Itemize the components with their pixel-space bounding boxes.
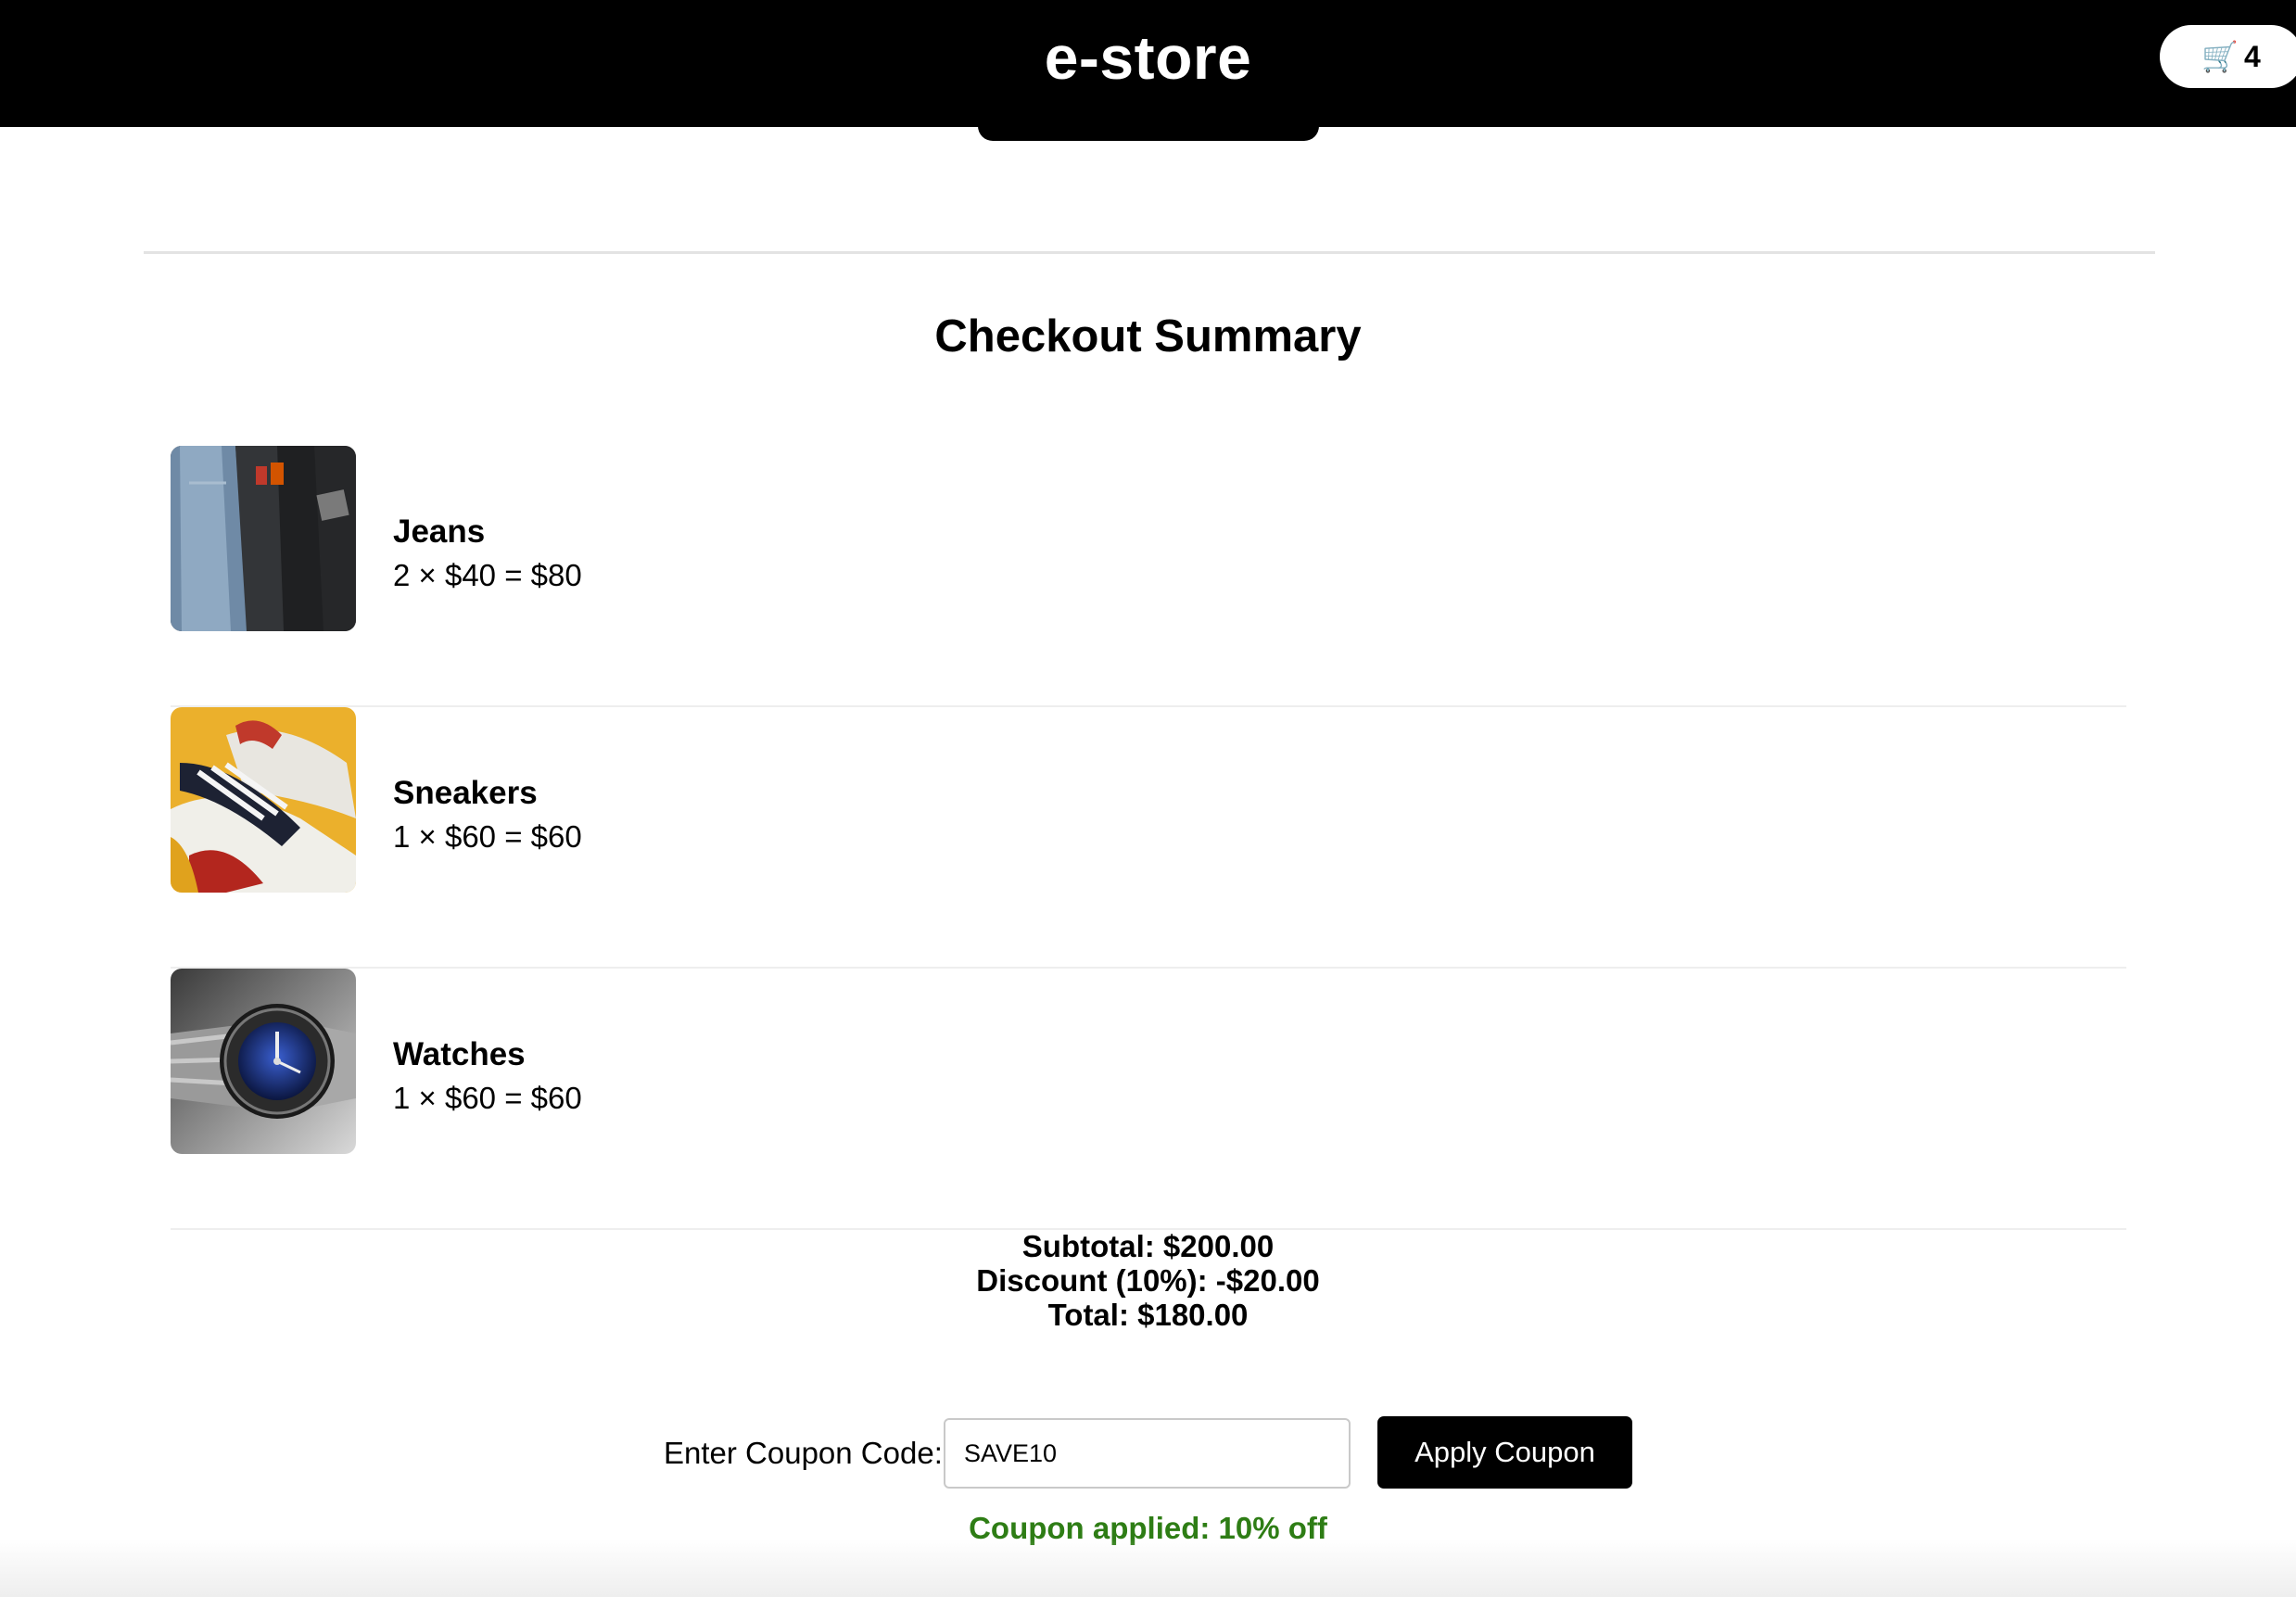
total: Total: $180.00 [1047,1298,1249,1332]
discount: Discount (10%): -$20.00 [976,1263,1320,1298]
product-image-jeans [171,446,356,631]
product-image-sneakers [171,707,356,893]
checkout-page: e-store 🛒 4 Checkout Summary Jeans 2 × $… [0,0,2296,1597]
item-name: Watches [393,1036,526,1072]
item-name: Jeans [393,513,486,550]
item-name: Sneakers [393,775,538,811]
divider [144,251,2155,254]
list-item: Jeans 2 × $40 = $80 [171,446,2126,707]
site-header: e-store 🛒 4 [0,0,2296,127]
item-price-line: 1 × $60 = $60 [393,819,582,854]
cart-button[interactable]: 🛒 4 [2160,25,2296,88]
page-title: Checkout Summary [934,311,1362,361]
scroll-fade [0,1539,2296,1597]
product-image-watches [171,969,356,1154]
list-item: Watches 1 × $60 = $60 [171,969,2126,1230]
subtotal: Subtotal: $200.00 [1021,1229,1275,1263]
cart-count: 4 [2244,39,2261,73]
shopping-cart-icon: 🛒 [2201,40,2239,73]
apply-coupon-button[interactable]: Apply Coupon [1377,1416,1632,1489]
coupon-code-input[interactable] [944,1418,1351,1489]
order-totals: Subtotal: $200.00 Discount (10%): -$20.0… [0,1229,2296,1332]
item-price-line: 1 × $60 = $60 [393,1081,582,1115]
coupon-status-message: Coupon applied: 10% off [969,1511,1327,1545]
brand-logo[interactable]: e-store [0,22,2296,93]
header-tab [978,111,1319,141]
item-price-line: 2 × $40 = $80 [393,558,582,592]
coupon-label: Enter Coupon Code: [664,1436,943,1470]
list-item: Sneakers 1 × $60 = $60 [171,707,2126,969]
